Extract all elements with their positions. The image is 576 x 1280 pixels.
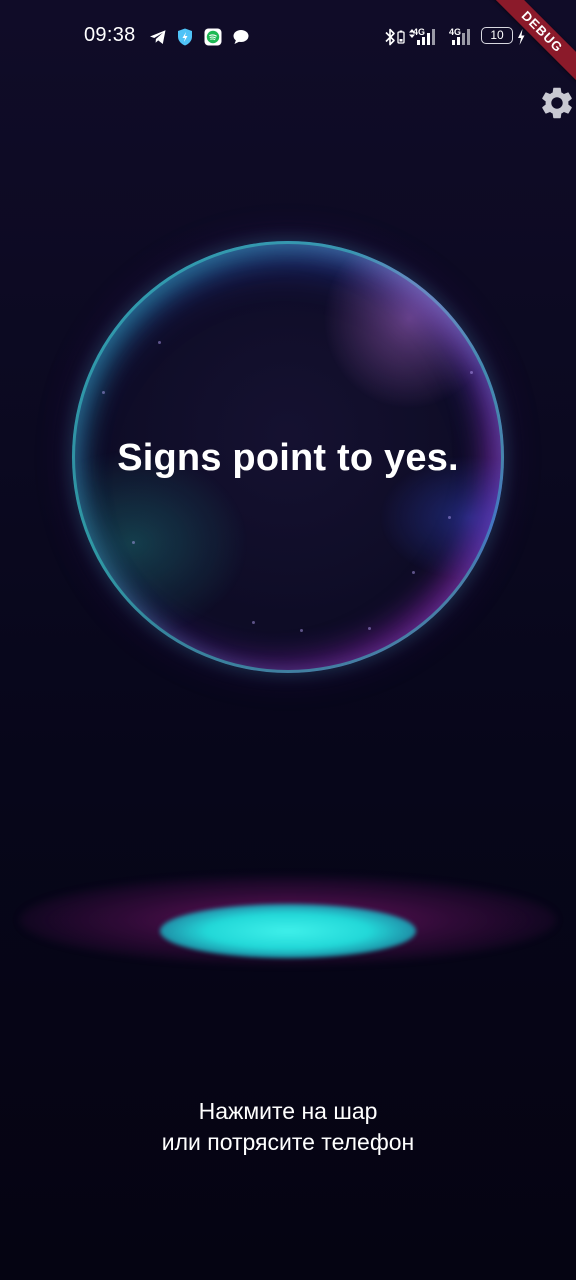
- gear-icon: [542, 87, 572, 119]
- sparkle: [368, 627, 371, 630]
- battery-indicator: 10: [481, 27, 513, 44]
- sparkle: [448, 516, 451, 519]
- battery-saver-icon: [396, 27, 406, 47]
- sparkle: [158, 341, 161, 344]
- sparkle: [102, 391, 105, 394]
- answer-text: Signs point to yes.: [117, 437, 459, 479]
- sparkle: [132, 541, 135, 544]
- instruction-text: Нажмите на шар или потрясите телефон: [0, 1096, 576, 1158]
- sparkle: [300, 629, 303, 632]
- message-icon: [231, 27, 251, 47]
- signal-icon-2: [450, 27, 470, 47]
- charging-icon: [516, 27, 526, 47]
- pedestal-glow-inner: [160, 904, 416, 958]
- shield-icon: [175, 27, 195, 47]
- battery-level: 10: [490, 28, 504, 42]
- sparkle: [412, 571, 415, 574]
- sparkle: [252, 621, 255, 624]
- instruction-line-2: или потрясите телефон: [161, 1129, 415, 1155]
- signal-icon: [415, 27, 435, 47]
- spotify-icon: [203, 27, 223, 47]
- status-bar: 09:38 4G 4G 10: [0, 0, 576, 72]
- settings-button[interactable]: [538, 84, 576, 122]
- sparkle: [470, 371, 473, 374]
- magic-ball-screen: 09:38 4G 4G 10 DEBUG Signs point to yes.…: [0, 0, 576, 1280]
- magic-ball[interactable]: Signs point to yes.: [72, 241, 504, 673]
- status-time: 09:38: [84, 24, 136, 46]
- telegram-icon: [148, 27, 168, 47]
- instruction-line-1: Нажмите на шар: [198, 1098, 378, 1124]
